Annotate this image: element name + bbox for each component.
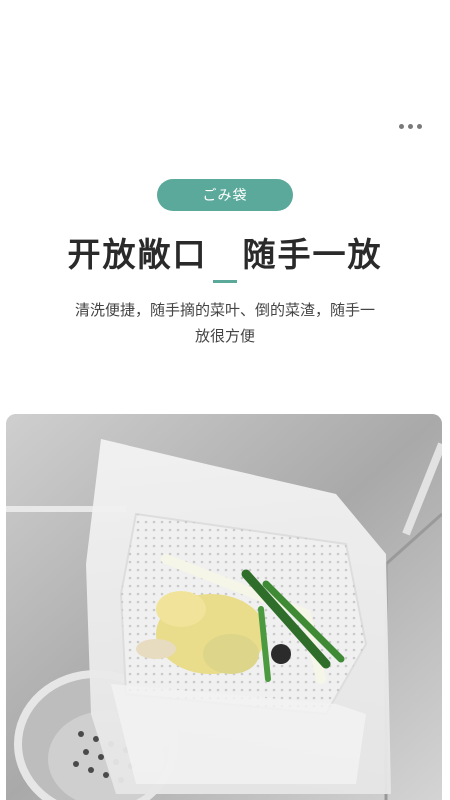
category-badge: ごみ袋: [157, 179, 293, 211]
description-line-2: 放很方便: [194, 327, 255, 345]
more-dots-icon[interactable]: [399, 124, 422, 129]
headline-underline: [213, 280, 237, 283]
description: 清洗便捷，随手摘的菜叶、倒的菜渣，随手一 放很方便: [40, 297, 410, 349]
product-photo: [6, 414, 442, 800]
description-line-1: 清洗便捷，随手摘的菜叶、倒的菜渣，随手一: [74, 301, 375, 319]
headline: 开放敞口 随手一放: [67, 235, 383, 274]
